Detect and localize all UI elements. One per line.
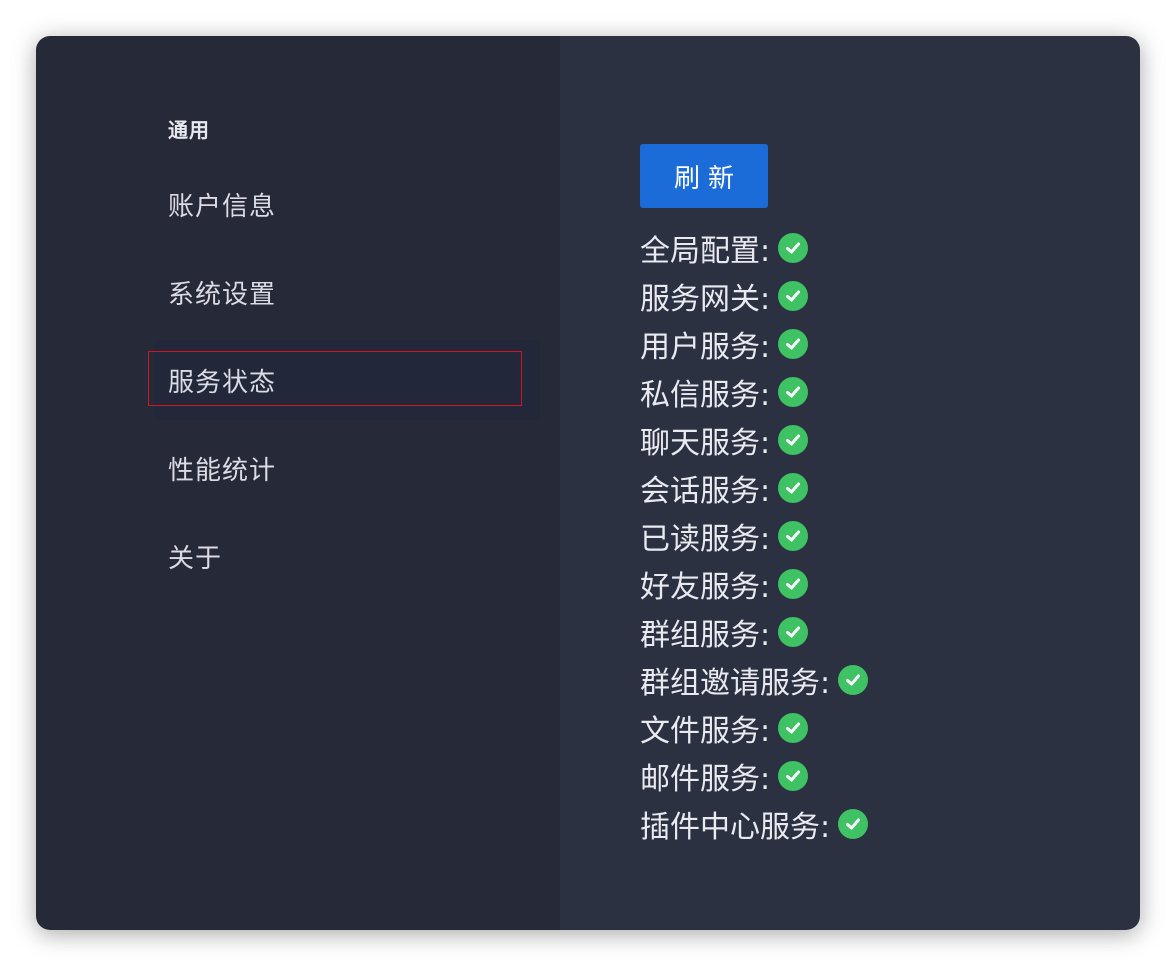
- service-status-row: 服务网关:: [640, 272, 868, 320]
- service-name: 用户服务:: [640, 330, 771, 365]
- service-name: 群组服务:: [640, 618, 771, 653]
- check-circle-icon: [778, 281, 809, 311]
- check-circle-icon: [778, 473, 809, 503]
- check-circle-icon: [778, 233, 809, 263]
- service-status-row: 用户服务:: [640, 320, 868, 368]
- check-circle-icon: [778, 761, 809, 791]
- service-name: 全局配置:: [640, 234, 771, 269]
- service-name: 文件服务:: [640, 714, 771, 749]
- service-name: 邮件服务:: [640, 762, 771, 797]
- sidebar-item-about[interactable]: 关于: [154, 516, 540, 596]
- check-circle-icon: [778, 617, 809, 647]
- refresh-button[interactable]: 刷新: [640, 144, 768, 208]
- service-status-row: 邮件服务:: [640, 752, 868, 800]
- sidebar-section-title: 通用: [168, 118, 210, 142]
- service-status-row: 私信服务:: [640, 368, 868, 416]
- service-status-row: 全局配置:: [640, 224, 868, 272]
- service-status-row: 插件中心服务:: [640, 800, 869, 848]
- check-circle-icon: [778, 329, 809, 359]
- service-status-row: 聊天服务:: [640, 416, 868, 464]
- settings-window: 通用 账户信息 系统设置 服务状态 性能统计 关于 刷新 全局配置: 服务网关: 用…: [36, 36, 1140, 930]
- service-status-row: 文件服务:: [640, 704, 868, 752]
- service-status-row: 好友服务:: [640, 560, 868, 608]
- check-circle-icon: [778, 521, 809, 551]
- sidebar-item-performance-stats[interactable]: 性能统计: [154, 428, 540, 508]
- check-circle-icon: [778, 569, 809, 599]
- service-status-row: 群组邀请服务:: [640, 656, 869, 704]
- service-name: 私信服务:: [640, 378, 771, 413]
- service-status-row: 群组服务:: [640, 608, 868, 656]
- check-circle-icon: [778, 377, 809, 407]
- service-name: 服务网关:: [640, 282, 771, 317]
- service-status-list: 全局配置: 服务网关: 用户服务: 私信服务: 聊天服务: 会话服务: 已读服务: 好友服务:…: [640, 224, 869, 848]
- check-circle-icon: [778, 425, 809, 455]
- check-circle-icon: [838, 809, 869, 839]
- service-name: 聊天服务:: [640, 426, 771, 461]
- sidebar-item-account-info[interactable]: 账户信息: [154, 164, 540, 244]
- service-name: 插件中心服务:: [640, 810, 831, 845]
- service-name: 会话服务:: [640, 474, 771, 509]
- main-content: 刷新 全局配置: 服务网关: 用户服务: 私信服务: 聊天服务: 会话服务: 已读服务: 好友…: [560, 36, 1140, 930]
- check-circle-icon: [778, 713, 809, 743]
- sidebar-item-system-settings[interactable]: 系统设置: [154, 252, 540, 332]
- service-status-row: 已读服务:: [640, 512, 868, 560]
- service-name: 好友服务:: [640, 570, 771, 605]
- sidebar: 通用 账户信息 系统设置 服务状态 性能统计 关于: [36, 36, 560, 930]
- service-status-row: 会话服务:: [640, 464, 868, 512]
- check-circle-icon: [838, 665, 869, 695]
- sidebar-item-service-status[interactable]: 服务状态: [154, 340, 540, 420]
- service-name: 已读服务:: [640, 522, 771, 557]
- service-name: 群组邀请服务:: [640, 666, 831, 701]
